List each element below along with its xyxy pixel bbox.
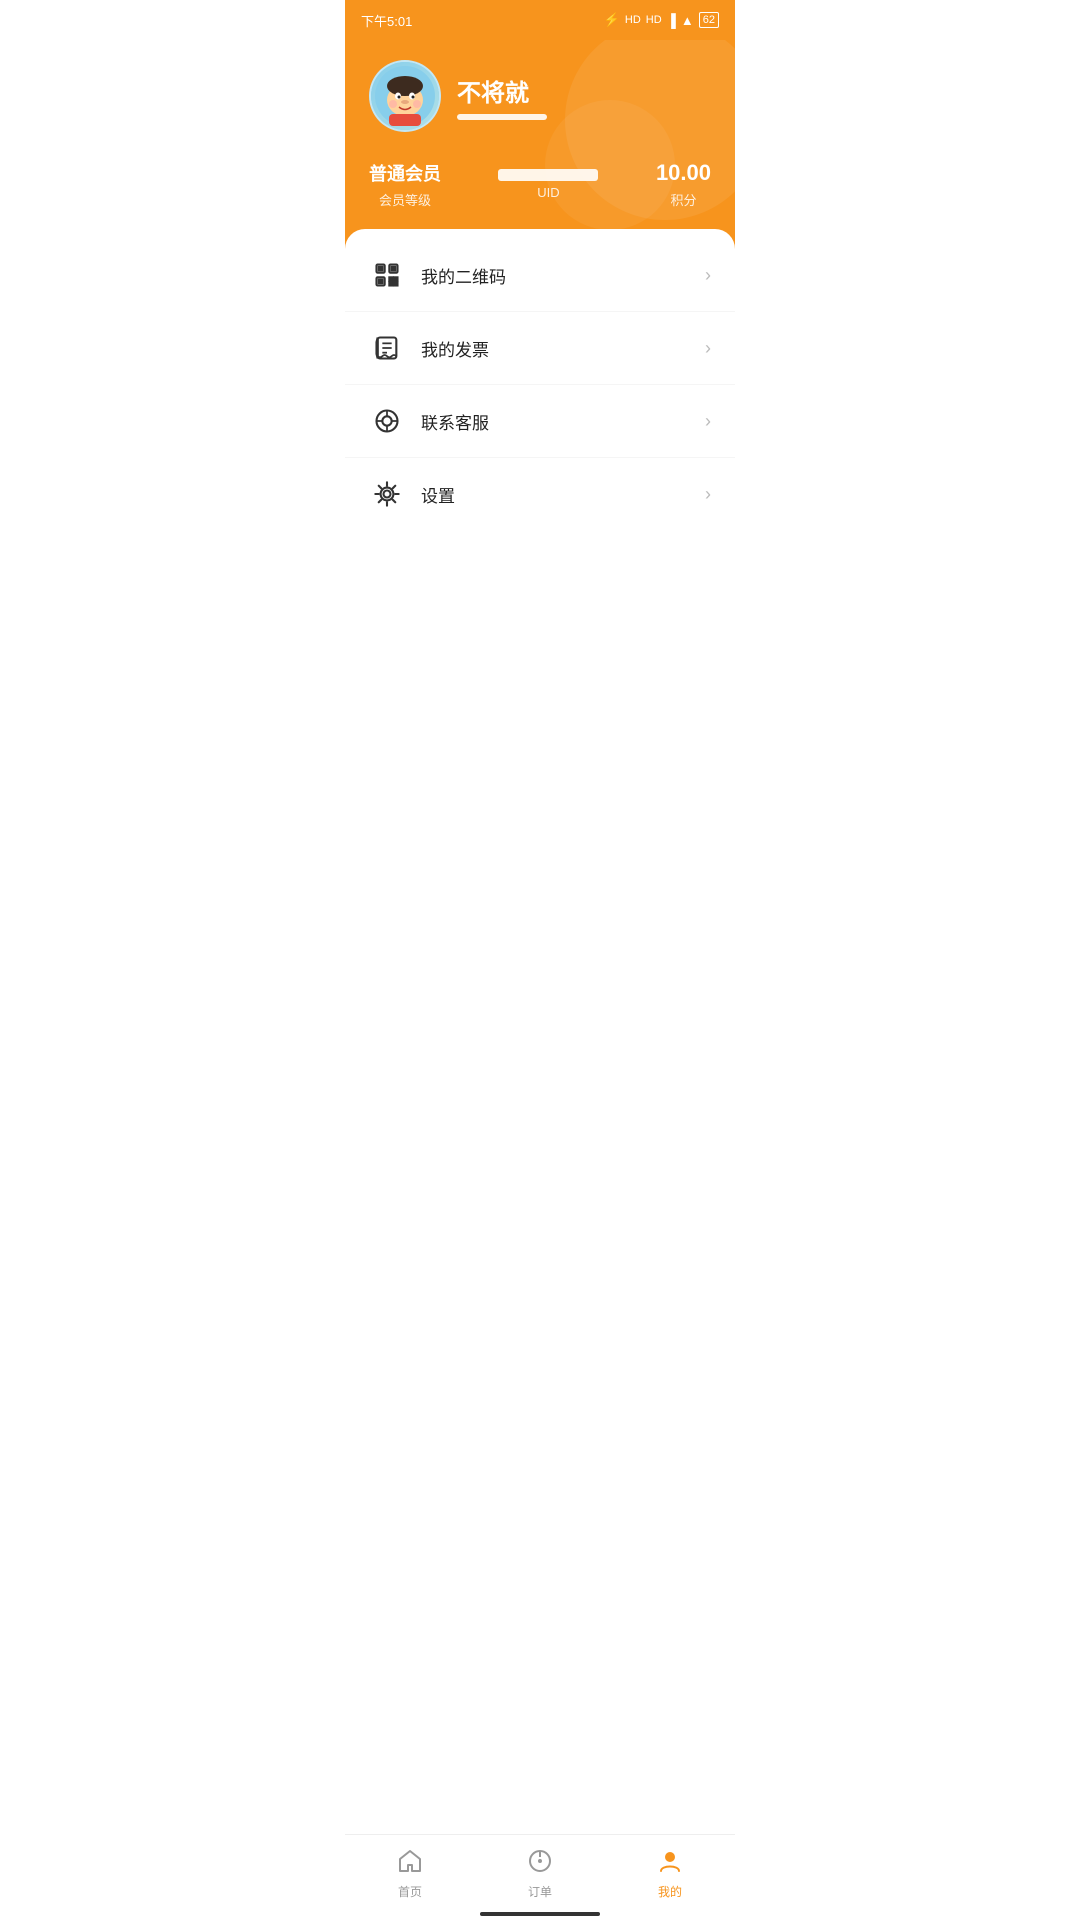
settings-svg: [373, 480, 401, 508]
qrcode-label: 我的二维码: [421, 263, 705, 288]
signal-icon: ▐: [667, 13, 676, 28]
uid-bar: [498, 169, 598, 181]
avatar[interactable]: [369, 60, 441, 132]
uid-label: UID: [537, 185, 559, 200]
nav-home-label: 首页: [398, 1883, 422, 1900]
hd2-icon: HD: [646, 14, 662, 26]
profile-row: 不将就: [369, 60, 711, 132]
nav-orders-label: 订单: [528, 1883, 552, 1900]
orders-icon: [526, 1847, 554, 1879]
points-label: 积分: [656, 190, 711, 209]
avatar-image: [375, 66, 435, 126]
battery-icon: 62: [699, 12, 719, 28]
home-icon: [396, 1847, 424, 1879]
qrcode-arrow: ›: [705, 265, 711, 286]
qrcode-svg: [373, 261, 401, 289]
nav-item-orders[interactable]: 订单: [500, 1843, 580, 1904]
member-level-block: 普通会员 会员等级: [369, 160, 441, 209]
profile-header: 不将就 普通会员 会员等级 UID 10.00 积分: [345, 40, 735, 249]
member-level-title: 普通会员: [369, 160, 441, 186]
username-bar: [457, 114, 547, 120]
status-bar: 下午5:01 ⚡ HD HD ▐ ▲ 62: [345, 0, 735, 40]
settings-icon: [369, 476, 405, 512]
profile-info: 不将就: [457, 73, 547, 120]
wifi-icon: ▲: [681, 13, 694, 28]
hd-icon: HD: [625, 14, 641, 26]
support-label: 联系客服: [421, 409, 705, 434]
invoice-arrow: ›: [705, 338, 711, 359]
main-content: 我的二维码 › 我的发票 ›: [345, 229, 735, 540]
invoice-icon: [369, 330, 405, 366]
support-icon: [369, 403, 405, 439]
nav-mine-label: 我的: [658, 1883, 682, 1900]
nav-item-home[interactable]: 首页: [370, 1843, 450, 1904]
qrcode-icon: [369, 257, 405, 293]
menu-item-qrcode[interactable]: 我的二维码 ›: [345, 239, 735, 312]
status-icons: ⚡ HD HD ▐ ▲ 62: [604, 12, 719, 28]
invoice-svg: [373, 334, 401, 362]
uid-block: UID: [441, 169, 656, 200]
member-level-label: 会员等级: [369, 190, 441, 209]
bottom-nav: 首页 订单 我的: [345, 1834, 735, 1920]
member-info-row: 普通会员 会员等级 UID 10.00 积分: [369, 160, 711, 209]
mine-icon: [656, 1847, 684, 1879]
nav-item-mine[interactable]: 我的: [630, 1843, 710, 1904]
bluetooth-icon: ⚡: [604, 12, 620, 28]
points-value: 10.00: [656, 160, 711, 186]
menu-item-support[interactable]: 联系客服 ›: [345, 385, 735, 458]
settings-arrow: ›: [705, 484, 711, 505]
username: 不将就: [457, 73, 547, 108]
support-svg: [373, 407, 401, 435]
support-arrow: ›: [705, 411, 711, 432]
invoice-label: 我的发票: [421, 336, 705, 361]
menu-item-settings[interactable]: 设置 ›: [345, 458, 735, 530]
menu-item-invoice[interactable]: 我的发票 ›: [345, 312, 735, 385]
status-time: 下午5:01: [361, 11, 412, 30]
settings-label: 设置: [421, 482, 705, 507]
points-block: 10.00 积分: [656, 160, 711, 209]
home-indicator: [480, 1912, 600, 1916]
